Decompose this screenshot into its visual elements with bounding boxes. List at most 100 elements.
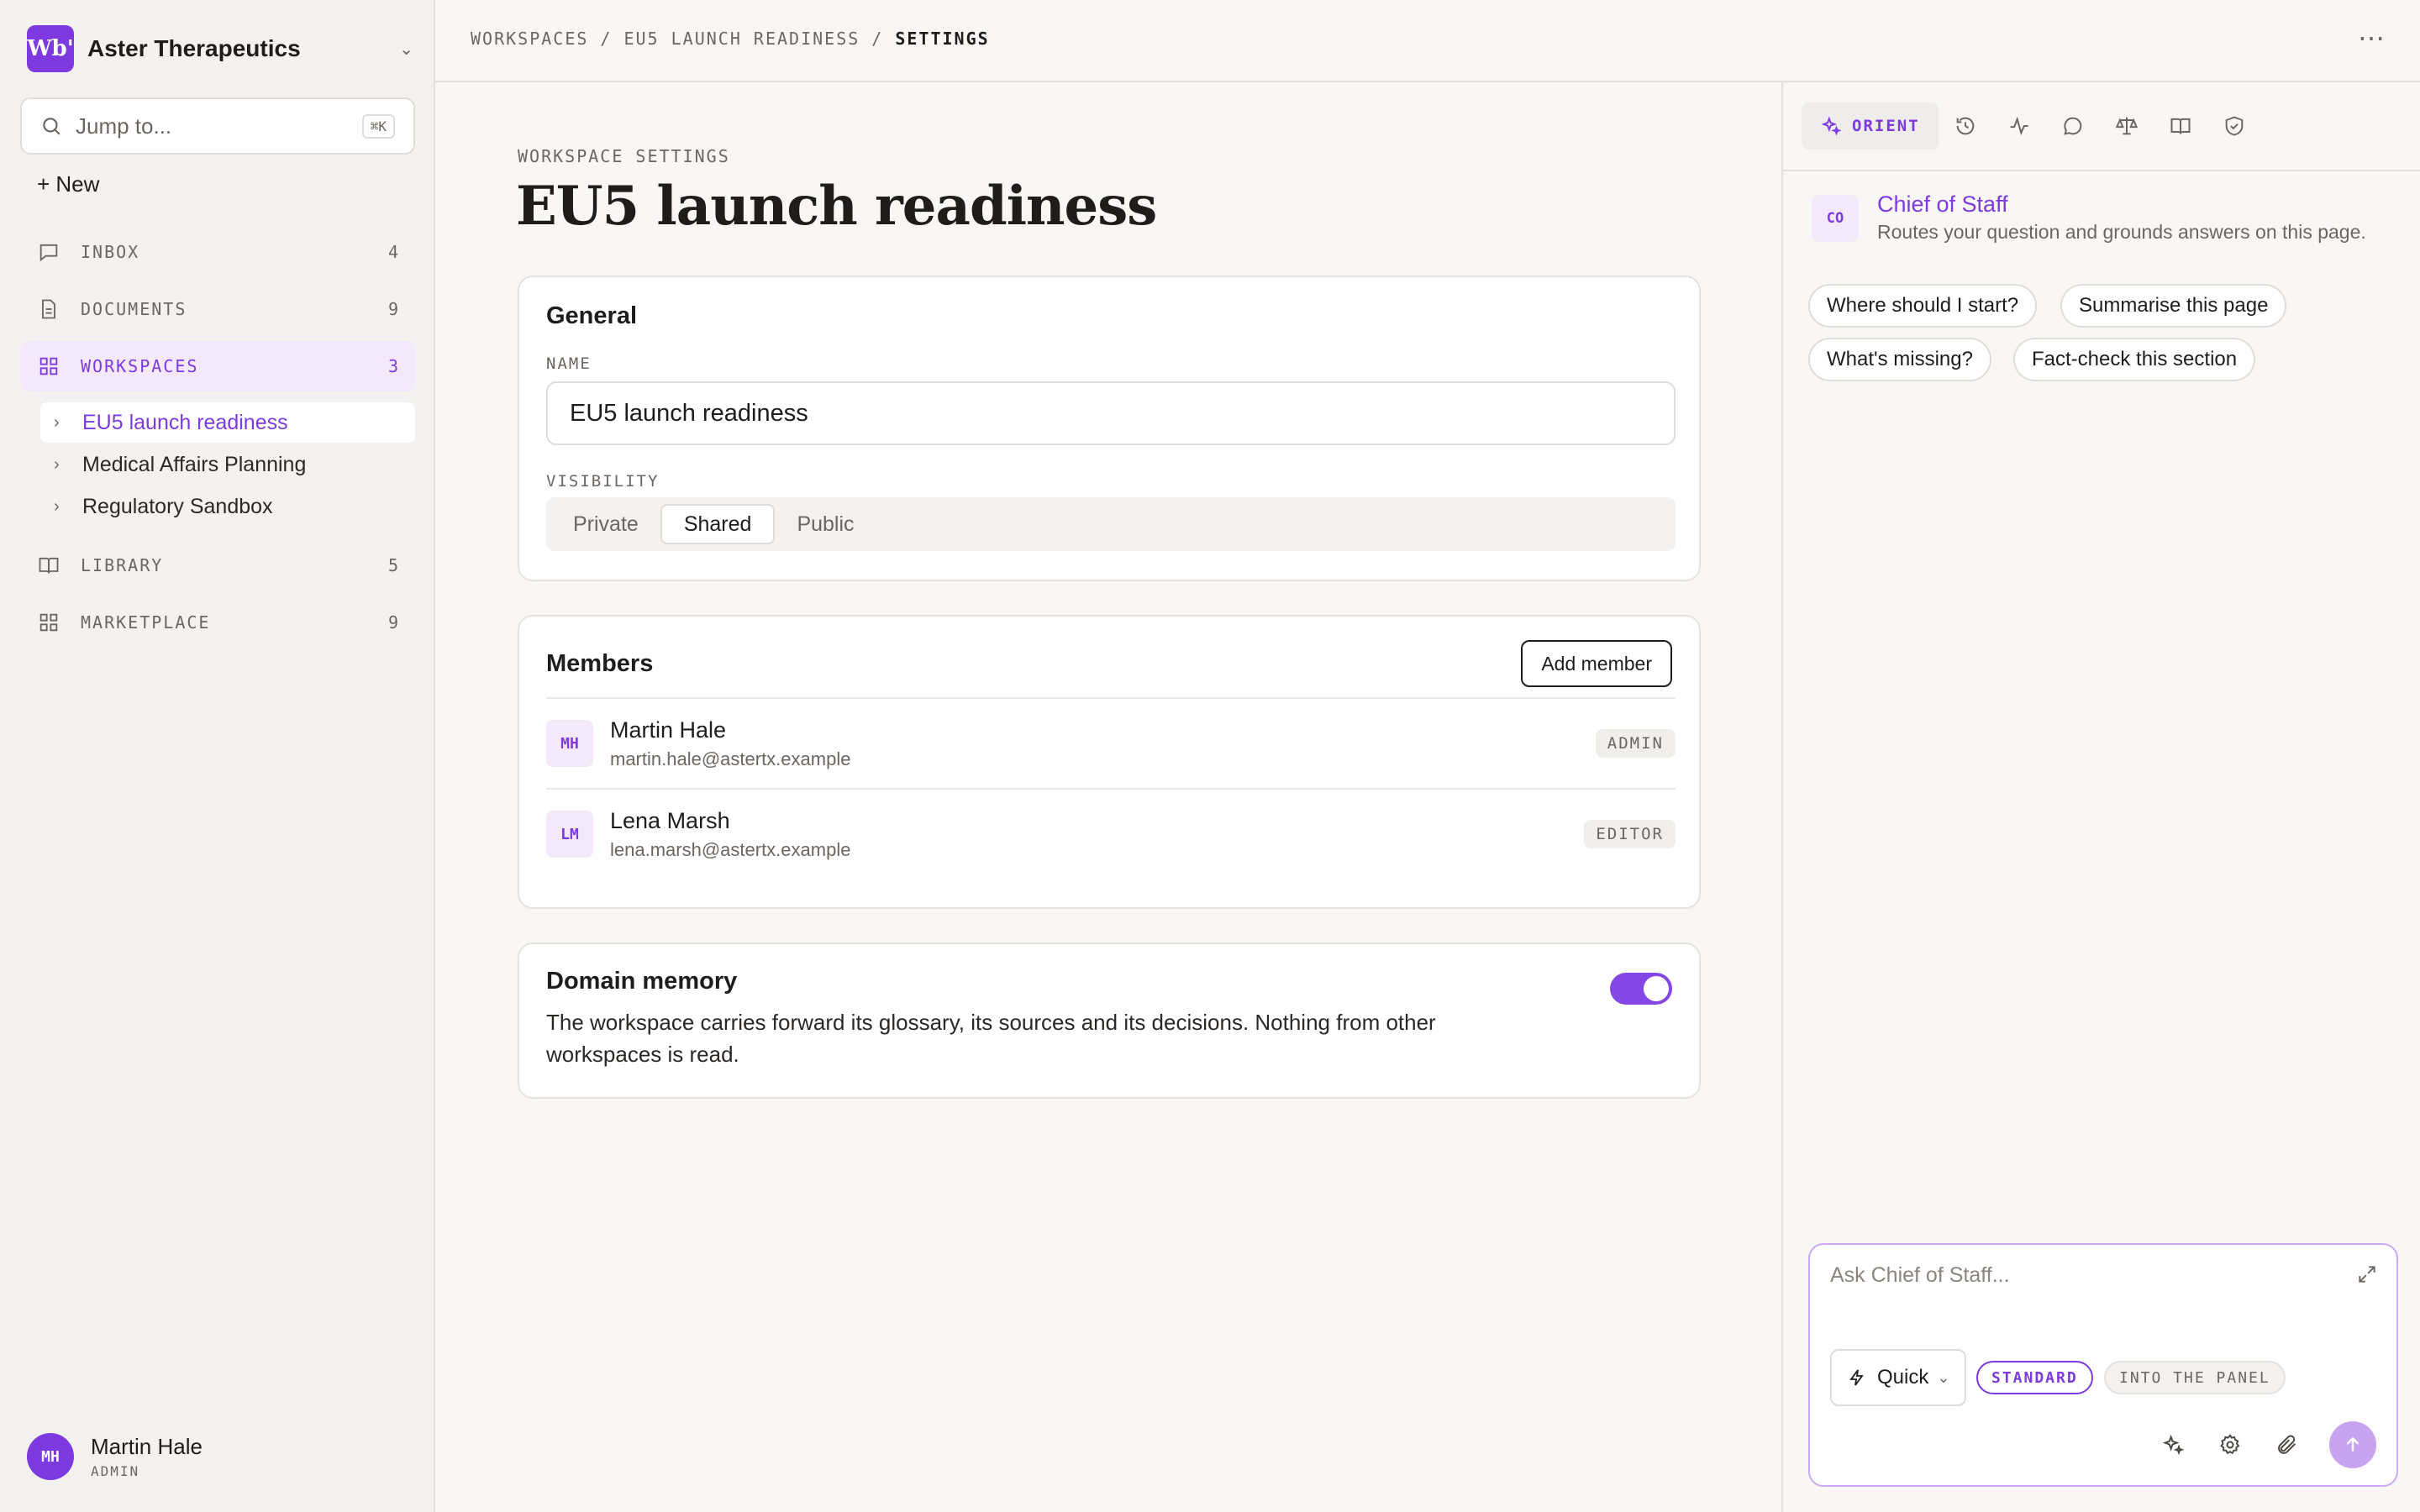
sidebar-item-count: 4 (387, 242, 398, 262)
workspace-label: Medical Affairs Planning (82, 452, 307, 476)
book-icon (39, 557, 59, 574)
member-name: Lena Marsh (610, 807, 730, 833)
send-button[interactable] (2329, 1421, 2376, 1468)
member-info: Martin Hale martin.hale@astertx.example (610, 717, 1596, 770)
member-avatar: LM (546, 811, 593, 858)
lightning-icon (1849, 1369, 1864, 1386)
visibility-option-private[interactable]: Private (551, 504, 660, 544)
chevron-right-icon: › (54, 412, 60, 432)
book-icon[interactable] (2154, 102, 2207, 150)
breadcrumb: WORKSPACES / EU5 LAUNCH READINESS / SETT… (471, 29, 990, 49)
add-member-button[interactable]: Add member (1521, 640, 1672, 687)
page-title: EU5 launch readiness (516, 175, 1157, 238)
sidebar-item-count: 3 (387, 356, 398, 376)
sparkles-icon[interactable] (2156, 1428, 2190, 1462)
new-button[interactable]: + New (37, 171, 99, 197)
search-placeholder: Jump to... (76, 113, 172, 139)
composer-input[interactable]: Ask Chief of Staff... (1830, 1263, 2010, 1288)
assistant-panel: ORIENT CO Chief of Staff Routes your que… (1781, 82, 2420, 1512)
toggle-knob (1644, 976, 1669, 1001)
member-row[interactable]: MH Martin Hale martin.hale@astertx.examp… (546, 697, 1676, 788)
gear-icon[interactable] (2213, 1428, 2247, 1462)
role-badge: ADMIN (1595, 729, 1676, 758)
agent-name[interactable]: Chief of Staff (1877, 192, 2366, 218)
workspace-item-regulatory-sandbox[interactable]: › Regulatory Sandbox (40, 486, 415, 527)
member-info: Lena Marsh lena.marsh@astertx.example (610, 808, 1584, 861)
breadcrumb-workspace[interactable]: EU5 LAUNCH READINESS (623, 29, 860, 49)
shortcut-hint: ⌘K (361, 113, 395, 139)
domain-memory-title: Domain memory (546, 968, 738, 995)
agent-header: CO Chief of Staff Routes your question a… (1812, 192, 2366, 244)
chat-bubble-icon (39, 244, 58, 262)
page-overline: WORKSPACE SETTINGS (518, 146, 730, 166)
visibility-label: VISIBILITY (546, 472, 660, 491)
shield-check-icon[interactable] (2207, 102, 2261, 150)
org-logo: Wb' (27, 25, 74, 72)
mode-label: Quick (1877, 1366, 1929, 1389)
member-row[interactable]: LM Lena Marsh lena.marsh@astertx.example… (546, 788, 1676, 879)
sidebar-item-library[interactable]: LIBRARY 5 (20, 540, 415, 591)
workspace-item-medical-affairs[interactable]: › Medical Affairs Planning (40, 444, 415, 485)
suggestion-chip[interactable]: Where should I start? (1808, 284, 2038, 328)
avatar: MH (27, 1433, 74, 1480)
workspace-label: EU5 launch readiness (82, 410, 288, 434)
visibility-option-public[interactable]: Public (775, 504, 876, 544)
user-profile[interactable]: MH Martin Hale ADMIN (27, 1433, 203, 1480)
name-label: NAME (546, 354, 592, 373)
sidebar-item-label: MARKETPLACE (81, 612, 211, 633)
activity-icon[interactable] (1992, 102, 2046, 150)
sidebar-item-count: 9 (387, 299, 398, 319)
member-email: lena.marsh@astertx.example (610, 838, 851, 860)
depth-pill-standard[interactable]: STANDARD (1976, 1361, 2093, 1394)
tab-orient[interactable]: ORIENT (1802, 102, 1939, 150)
members-card: Members Add member MH Martin Hale martin… (518, 615, 1701, 909)
domain-memory-card: Domain memory The workspace carries forw… (518, 942, 1701, 1099)
sidebar-item-inbox[interactable]: INBOX 4 (20, 227, 415, 277)
paperclip-icon[interactable] (2270, 1428, 2304, 1462)
jump-to-search[interactable]: Jump to... ⌘K (20, 97, 415, 155)
document-icon (42, 299, 55, 319)
chevron-down-icon: ⌄ (1937, 1368, 1950, 1386)
history-icon[interactable] (1939, 102, 1992, 150)
visibility-option-shared[interactable]: Shared (660, 504, 776, 544)
mode-selector[interactable]: Quick ⌄ (1830, 1349, 1967, 1406)
user-role: ADMIN (91, 1463, 140, 1479)
sidebar-item-workspaces[interactable]: WORKSPACES 3 (20, 341, 415, 391)
org-name: Aster Therapeutics (87, 35, 301, 61)
suggestion-chip[interactable]: Fact-check this section (2013, 338, 2256, 381)
sidebar-item-count: 5 (387, 555, 398, 575)
general-title: General (546, 302, 637, 329)
workspace-label: Regulatory Sandbox (82, 494, 273, 518)
domain-memory-description: The workspace carries forward its glossa… (546, 1010, 1436, 1067)
sidebar-item-documents[interactable]: DOCUMENTS 9 (20, 284, 415, 334)
suggestion-chip[interactable]: What's missing? (1808, 338, 1991, 381)
chevron-right-icon: › (54, 496, 60, 516)
workspace-item-eu5[interactable]: › EU5 launch readiness (40, 402, 415, 443)
org-switcher[interactable]: Wb' Aster Therapeutics ⌄ (27, 25, 413, 72)
search-icon (43, 118, 60, 135)
agent-info: Chief of Staff Routes your question and … (1877, 192, 2366, 244)
role-badge: EDITOR (1584, 820, 1676, 848)
breadcrumb-workspaces[interactable]: WORKSPACES (471, 29, 588, 49)
breadcrumb-current: SETTINGS (895, 29, 990, 49)
member-name: Martin Hale (610, 717, 727, 743)
chevron-right-icon: › (54, 454, 60, 474)
user-name: Martin Hale (91, 1434, 203, 1459)
more-options-icon[interactable]: ⋯ (2358, 22, 2386, 54)
sidebar-item-count: 9 (387, 612, 398, 633)
output-pill-panel[interactable]: INTO THE PANEL (2104, 1361, 2286, 1394)
agent-description: Routes your question and grounds answers… (1877, 221, 2366, 243)
agent-badge: CO (1812, 195, 1859, 242)
domain-memory-toggle[interactable] (1610, 973, 1672, 1005)
main-content: WORKSPACE SETTINGS EU5 launch readiness … (435, 82, 1781, 1512)
breadcrumb-separator: / (871, 29, 884, 49)
expand-icon[interactable] (2356, 1263, 2378, 1285)
workspace-name-input[interactable]: EU5 launch readiness (546, 381, 1676, 445)
sparkles-icon (1821, 116, 1842, 136)
sidebar-item-marketplace[interactable]: MARKETPLACE 9 (20, 597, 415, 648)
suggestion-chip[interactable]: Summarise this page (2060, 284, 2287, 328)
chat-icon[interactable] (2046, 102, 2100, 150)
scale-icon[interactable] (2100, 102, 2154, 150)
member-email: martin.hale@astertx.example (610, 748, 851, 769)
sidebar-item-label: DOCUMENTS (81, 299, 187, 319)
